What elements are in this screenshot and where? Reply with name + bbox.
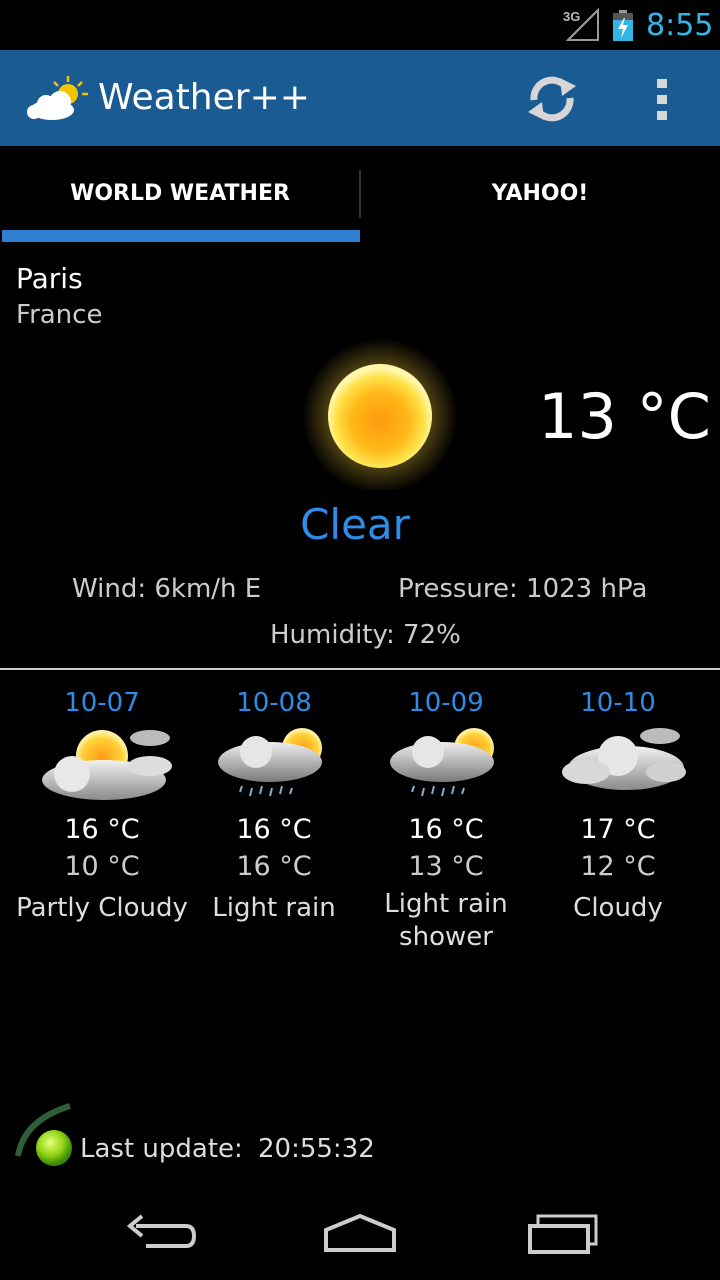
- tab-yahoo[interactable]: YAHOO!: [360, 146, 720, 244]
- refresh-icon[interactable]: [522, 70, 582, 128]
- forecast-day[interactable]: 10-10 17 °C 12 °C Cloudy: [532, 684, 704, 925]
- wind-info: Wind: 6km/h E: [72, 574, 262, 604]
- forecast-description: Partly Cloudy: [16, 893, 188, 923]
- forecast-date: 10-08: [236, 688, 312, 718]
- forecast-description: Light rain shower: [384, 889, 508, 952]
- last-update-label: Last update:: [80, 1134, 243, 1164]
- update-globe-icon: [15, 1103, 72, 1166]
- status-bar: 3G 8:55: [0, 0, 720, 50]
- forecast-day[interactable]: 10-09 16 °C 13 °C Light rain shower: [360, 684, 532, 954]
- forecast-description: Light rain: [212, 893, 336, 923]
- light-rain-shower-icon: [390, 728, 494, 797]
- app-title: Weather++: [98, 77, 310, 118]
- forecast-high: 16 °C: [236, 814, 312, 845]
- sun-icon: [302, 338, 458, 490]
- home-icon[interactable]: [320, 1210, 400, 1256]
- forecast-low: 16 °C: [236, 851, 312, 882]
- current-condition: Clear: [300, 500, 410, 549]
- recent-apps-icon[interactable]: [524, 1210, 600, 1256]
- forecast-high: 16 °C: [64, 814, 140, 845]
- pressure-info: Pressure: 1023 hPa: [398, 574, 648, 604]
- forecast-low: 10 °C: [64, 851, 140, 882]
- navigation-bar: [0, 1184, 720, 1280]
- action-bar: Weather++: [0, 50, 720, 146]
- forecast-day[interactable]: 10-08 16 °C 16 °C Light rain: [188, 684, 360, 925]
- tab-selected-indicator: [2, 230, 360, 242]
- overflow-menu-icon[interactable]: [640, 70, 684, 128]
- forecast-day[interactable]: 10-07 16 °C 10 °C Partly Cloudy: [16, 684, 188, 925]
- humidity-info: Humidity: 72%: [270, 620, 461, 650]
- sun-cloud-logo-icon[interactable]: [26, 74, 90, 124]
- battery-charging-icon: [613, 10, 633, 41]
- forecast-description: Cloudy: [573, 893, 663, 923]
- last-update-time: 20:55:32: [258, 1134, 375, 1164]
- partly-cloudy-icon: [42, 730, 172, 800]
- cloudy-icon: [562, 728, 686, 790]
- light-rain-icon: [218, 728, 322, 797]
- tab-bar: WORLD WEATHER YAHOO!: [0, 146, 720, 244]
- forecast-low: 13 °C: [408, 851, 484, 882]
- city-name: Paris: [16, 262, 83, 295]
- forecast-high: 17 °C: [580, 814, 656, 845]
- forecast-date: 10-07: [64, 688, 140, 718]
- forecast-high: 16 °C: [408, 814, 484, 845]
- signal-icon: [565, 8, 599, 41]
- current-temperature: 13 °C: [538, 380, 711, 453]
- forecast-low: 12 °C: [580, 851, 656, 882]
- forecast-date: 10-09: [408, 688, 484, 718]
- forecast-list: 10-07 16 °C 10 °C Partly Cloudy 10-08 16…: [0, 684, 720, 984]
- divider: [0, 668, 720, 670]
- back-icon[interactable]: [122, 1210, 198, 1256]
- status-clock: 8:55: [646, 8, 714, 43]
- forecast-date: 10-10: [580, 688, 656, 718]
- country-name: France: [16, 300, 103, 330]
